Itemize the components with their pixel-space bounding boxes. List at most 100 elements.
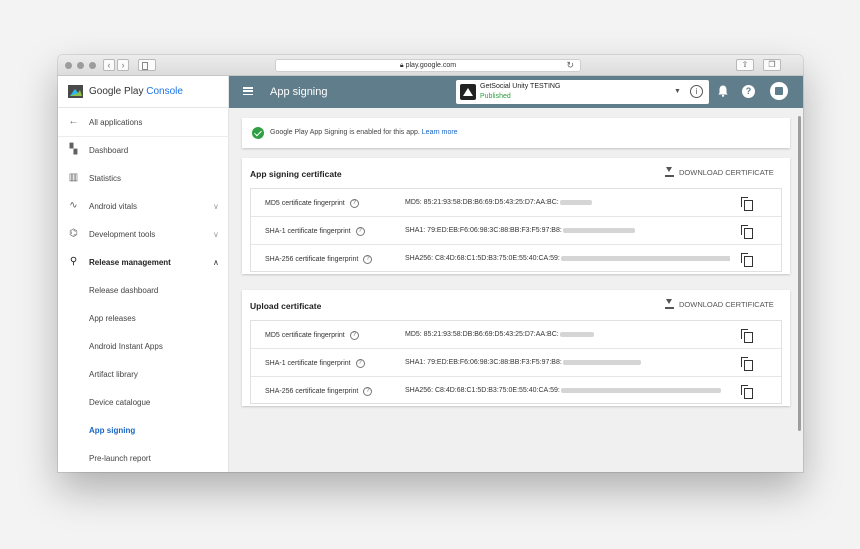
download-certificate-button[interactable]: DOWNLOAD CERTIFICATE: [665, 299, 774, 309]
copy-icon[interactable]: [741, 225, 753, 239]
lock-icon: 🔒︎: [399, 62, 404, 69]
redacted-value: [562, 359, 641, 365]
sidebar-item-android-vitals[interactable]: ∿ Android vitals ∨: [58, 192, 229, 220]
sidebar-subitem-android-instant-apps[interactable]: Android Instant Apps: [58, 332, 229, 360]
sidebar-item-statistics[interactable]: ▥ Statistics: [58, 164, 229, 192]
browser-window: ‹ › 🔒︎ play.google.com ↻ ⇧ ❐ Google Play…: [58, 55, 803, 472]
forward-icon[interactable]: ›: [117, 59, 129, 71]
app-name: GetSocial Unity TESTING: [480, 83, 561, 90]
help-circle-icon[interactable]: ?: [355, 227, 365, 236]
sidebar-subitem-artifact-library[interactable]: Artifact library: [58, 360, 229, 388]
card-title: App signing certificate: [250, 169, 342, 179]
table-row: SHA-1 certificate fingerprint? SHA1: 79:…: [251, 217, 781, 245]
fingerprint-table: MD5 certificate fingerprint? MD5: 85:21:…: [250, 188, 782, 272]
download-icon: [665, 299, 674, 309]
fingerprint-label: MD5 certificate fingerprint: [265, 332, 345, 339]
fingerprint-label: MD5 certificate fingerprint: [265, 200, 345, 207]
app-signing-certificate-card: App signing certificate DOWNLOAD CERTIFI…: [242, 158, 790, 274]
app-bar: App signing GetSocial Unity TESTING Publ…: [229, 76, 803, 108]
fingerprint-value: MD5: 85:21:93:58:DB:B6:69:D5:43:25:D7:AA…: [405, 331, 559, 338]
sidebar-subitem-release-dashboard[interactable]: Release dashboard: [58, 276, 229, 304]
app-selector[interactable]: GetSocial Unity TESTING Published ▼ i: [456, 80, 709, 104]
fingerprint-table: MD5 certificate fingerprint? MD5: 85:21:…: [250, 320, 782, 404]
reload-icon[interactable]: ↻: [566, 60, 574, 71]
tabs-icon[interactable]: ❐: [763, 59, 781, 71]
upload-certificate-card: Upload certificate DOWNLOAD CERTIFICATE …: [242, 290, 790, 406]
fingerprint-label: SHA-1 certificate fingerprint: [265, 228, 351, 235]
dashboard-icon: ▚: [69, 144, 78, 155]
signing-enabled-notice: Google Play App Signing is enabled for t…: [242, 118, 790, 148]
fingerprint-label: SHA-1 certificate fingerprint: [265, 360, 351, 367]
table-row: SHA-256 certificate fingerprint? SHA256:…: [251, 245, 781, 273]
bell-icon[interactable]: [718, 85, 728, 97]
pulse-icon: ∿: [69, 200, 78, 211]
table-row: SHA-1 certificate fingerprint? SHA1: 79:…: [251, 349, 781, 377]
zoom-window-icon[interactable]: [89, 62, 96, 69]
learn-more-link[interactable]: Learn more: [422, 129, 458, 136]
sidebar-subitem-device-catalogue[interactable]: Device catalogue: [58, 388, 229, 416]
fingerprint-label: SHA-256 certificate fingerprint: [265, 256, 359, 263]
notice-text: Google Play App Signing is enabled for t…: [270, 129, 420, 136]
back-icon[interactable]: ‹: [103, 59, 115, 71]
help-circle-icon[interactable]: ?: [355, 359, 365, 368]
close-window-icon[interactable]: [65, 62, 72, 69]
rocket-icon: ⚲: [69, 256, 78, 267]
avatar[interactable]: [770, 82, 788, 100]
chevron-up-icon: ∧: [213, 258, 219, 267]
check-circle-icon: [252, 127, 264, 139]
fingerprint-value: SHA256: C8:4D:68:C1:5D:B3:75:0E:55:40:CA…: [405, 387, 560, 394]
share-icon[interactable]: ⇧: [736, 59, 754, 71]
window-controls: [65, 62, 96, 69]
redacted-value: [559, 331, 594, 337]
download-certificate-button[interactable]: DOWNLOAD CERTIFICATE: [665, 167, 774, 177]
table-row: MD5 certificate fingerprint? MD5: 85:21:…: [251, 321, 781, 349]
caret-down-icon: ▼: [674, 88, 681, 95]
fingerprint-value: SHA1: 79:ED:EB:F6:06:98:3C:88:BB:F3:F5:9…: [405, 359, 562, 366]
redacted-value: [559, 199, 592, 205]
sidebar-item-all-applications[interactable]: ← All applications: [58, 108, 229, 136]
redacted-value: [560, 255, 730, 261]
address-bar[interactable]: 🔒︎ play.google.com ↻: [275, 59, 581, 72]
fingerprint-label: SHA-256 certificate fingerprint: [265, 388, 359, 395]
sidebar-item-release-management[interactable]: ⚲ Release management ∧: [58, 248, 229, 276]
browser-titlebar: ‹ › 🔒︎ play.google.com ↻ ⇧ ❐: [58, 55, 803, 76]
redacted-value: [562, 227, 635, 233]
sidebar-subitem-app-releases[interactable]: App releases: [58, 304, 229, 332]
address-text: play.google.com: [405, 62, 457, 69]
page-title: App signing: [270, 86, 328, 98]
app-status: Published: [480, 93, 511, 100]
fingerprint-value: SHA256: C8:4D:68:C1:5D:B3:75:0E:55:40:CA…: [405, 255, 560, 262]
arrow-left-icon: ←: [68, 116, 79, 127]
sidebar-toggle-icon[interactable]: [138, 59, 156, 71]
code-icon: ⌬: [69, 228, 78, 239]
card-title: Upload certificate: [250, 301, 322, 311]
minimize-window-icon[interactable]: [77, 62, 84, 69]
help-circle-icon[interactable]: ?: [349, 331, 359, 340]
redacted-value: [560, 387, 721, 393]
chevron-down-icon: ∨: [213, 230, 219, 239]
copy-icon[interactable]: [741, 197, 753, 211]
copy-icon[interactable]: [741, 385, 753, 399]
info-icon[interactable]: i: [690, 85, 703, 98]
help-circle-icon[interactable]: ?: [363, 255, 373, 264]
sidebar-item-development-tools[interactable]: ⌬ Development tools ∨: [58, 220, 229, 248]
app-icon: [460, 84, 476, 100]
download-icon: [665, 167, 674, 177]
help-circle-icon[interactable]: ?: [349, 199, 359, 208]
play-console-logo-icon: [68, 85, 83, 98]
table-row: MD5 certificate fingerprint? MD5: 85:21:…: [251, 189, 781, 217]
sidebar-item-dashboard[interactable]: ▚ Dashboard: [58, 136, 229, 164]
help-icon[interactable]: ?: [742, 85, 755, 98]
brand-name: Google Play Console: [89, 86, 183, 97]
sidebar-subitem-app-signing[interactable]: App signing: [58, 416, 229, 444]
scrollbar[interactable]: [798, 116, 801, 431]
table-row: SHA-256 certificate fingerprint? SHA256:…: [251, 377, 781, 405]
menu-icon[interactable]: [243, 87, 253, 96]
help-circle-icon[interactable]: ?: [363, 387, 373, 396]
sidebar-subitem-pre-launch-report[interactable]: Pre-launch report: [58, 444, 229, 472]
copy-icon[interactable]: [741, 329, 753, 343]
main-content: App signing GetSocial Unity TESTING Publ…: [229, 76, 803, 472]
copy-icon[interactable]: [741, 357, 753, 371]
copy-icon[interactable]: [741, 253, 753, 267]
brand[interactable]: Google Play Console: [58, 76, 228, 108]
